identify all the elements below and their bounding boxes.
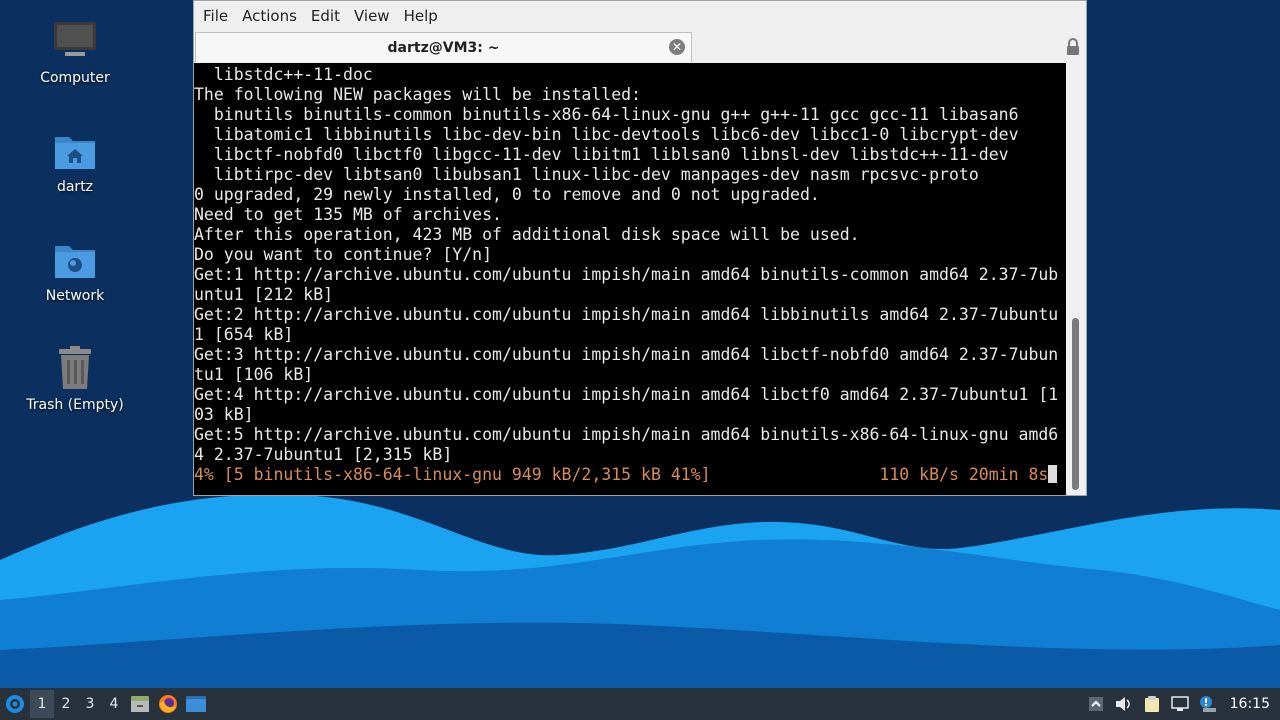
terminal-window: File Actions Edit View Help dartz@VM3: ~…: [193, 0, 1087, 496]
terminal-line: tu1 [106 kB]: [194, 365, 314, 384]
clock[interactable]: 16:15: [1222, 696, 1280, 712]
terminal-line: Need to get 135 MB of archives.: [194, 205, 502, 224]
desktop-icon-label: dartz: [56, 179, 94, 195]
terminal-line: 4 2.37-7ubuntu1 [2,315 kB]: [194, 445, 453, 464]
desktop-icon-home[interactable]: dartz: [20, 127, 130, 195]
desktop-icon-label: Trash (Empty): [26, 397, 124, 413]
terminal-line: Get:4 http://archive.ubuntu.com/ubuntu i…: [194, 385, 1059, 404]
terminal-line: After this operation, 423 MB of addition…: [194, 225, 860, 244]
trash-icon: [59, 346, 91, 389]
terminal-line: libctf-nobfd0 libctf0 libgcc-11-dev libi…: [213, 145, 1009, 164]
desktop-icon-label: Computer: [40, 70, 110, 86]
terminal-line: Get:3 http://archive.ubuntu.com/ubuntu i…: [194, 345, 1059, 364]
menubar: File Actions Edit View Help: [194, 1, 1086, 31]
terminal-lines: libstdc++-11-doc The following NEW packa…: [194, 65, 1058, 464]
close-icon[interactable]: ✕: [669, 39, 685, 55]
network-applet[interactable]: [1166, 690, 1194, 718]
firefox-launcher[interactable]: [154, 690, 182, 718]
network-icon: [1170, 696, 1189, 711]
clipboard-icon: [1144, 696, 1159, 712]
taskbar: 1 2 3 4 16:15: [0, 688, 1280, 720]
terminal-line: The following NEW packages will be insta…: [194, 85, 642, 104]
file-cabinet-icon: [131, 696, 149, 712]
terminal-line: libstdc++-11-doc: [213, 65, 373, 84]
firefox-icon: [159, 695, 177, 713]
window-icon: [186, 696, 206, 712]
workspace-3[interactable]: 3: [78, 690, 102, 718]
speaker-icon: [1115, 697, 1130, 711]
system-tray: 16:15: [1082, 688, 1280, 720]
desktop-icon-network[interactable]: Network: [20, 236, 130, 304]
terminal-line: untu1 [212 kB]: [194, 285, 334, 304]
desktop-icon-label: Network: [45, 288, 105, 304]
lock-icon[interactable]: [1066, 38, 1080, 56]
download-progress-line: 4% [5 binutils-x86-64-linux-gnu 949 kB/2…: [194, 465, 1049, 484]
workspace-2[interactable]: 2: [54, 690, 78, 718]
update-icon: [1199, 696, 1216, 712]
desktop-icon-trash[interactable]: Trash (Empty): [20, 345, 130, 413]
clipboard-applet[interactable]: [1138, 690, 1166, 718]
volume-control[interactable]: [1110, 690, 1138, 718]
terminal-line: 0 upgraded, 29 newly installed, 0 to rem…: [194, 185, 820, 204]
terminal-cursor: [1048, 465, 1058, 483]
terminal-output[interactable]: libstdc++-11-doc The following NEW packa…: [194, 63, 1066, 495]
menu-help[interactable]: Help: [397, 1, 445, 31]
tray-toggle[interactable]: [1082, 690, 1110, 718]
menu-edit[interactable]: Edit: [304, 1, 347, 31]
tab-title: dartz@VM3: ~: [387, 39, 500, 56]
terminal-line: libtirpc-dev libtsan0 libubsan1 linux-li…: [213, 165, 979, 184]
terminal-line: 1 [654 kB]: [194, 325, 294, 344]
terminal-line: Get:1 http://archive.ubuntu.com/ubuntu i…: [194, 265, 1059, 284]
tab-bar: dartz@VM3: ~ ✕: [194, 31, 1086, 64]
chevron-up-icon: [1088, 697, 1103, 711]
terminal-line: binutils binutils-common binutils-x86-64…: [213, 105, 1019, 124]
scrollbar[interactable]: [1066, 63, 1086, 495]
terminal-text: libstdc++-11-doc The following NEW packa…: [194, 63, 1066, 485]
menu-view[interactable]: View: [347, 1, 397, 31]
file-manager-launcher[interactable]: [126, 690, 154, 718]
terminal-line: Get:5 http://archive.ubuntu.com/ubuntu i…: [194, 425, 1059, 444]
menu-file[interactable]: File: [196, 1, 235, 31]
terminal-task[interactable]: [182, 690, 210, 718]
terminal-line: Get:2 http://archive.ubuntu.com/ubuntu i…: [194, 305, 1059, 324]
update-notifier[interactable]: [1194, 690, 1222, 718]
terminal-line: 03 kB]: [194, 405, 254, 424]
menu-actions[interactable]: Actions: [235, 1, 304, 31]
computer-icon: [54, 22, 96, 56]
lubuntu-logo-icon: [6, 695, 24, 713]
start-menu-button[interactable]: [0, 689, 30, 719]
terminal-line: Do you want to continue? [Y/n]: [194, 245, 493, 264]
workspace-1[interactable]: 1: [30, 690, 54, 718]
workspace-4[interactable]: 4: [102, 690, 126, 718]
tab-terminal[interactable]: dartz@VM3: ~ ✕: [195, 32, 692, 62]
home-folder-icon: [55, 137, 95, 169]
network-folder-icon: [55, 246, 95, 278]
terminal-line: libatomic1 libbinutils libc-dev-bin libc…: [213, 125, 1019, 144]
scrollbar-thumb[interactable]: [1072, 318, 1079, 490]
desktop-icon-computer[interactable]: Computer: [20, 18, 130, 86]
